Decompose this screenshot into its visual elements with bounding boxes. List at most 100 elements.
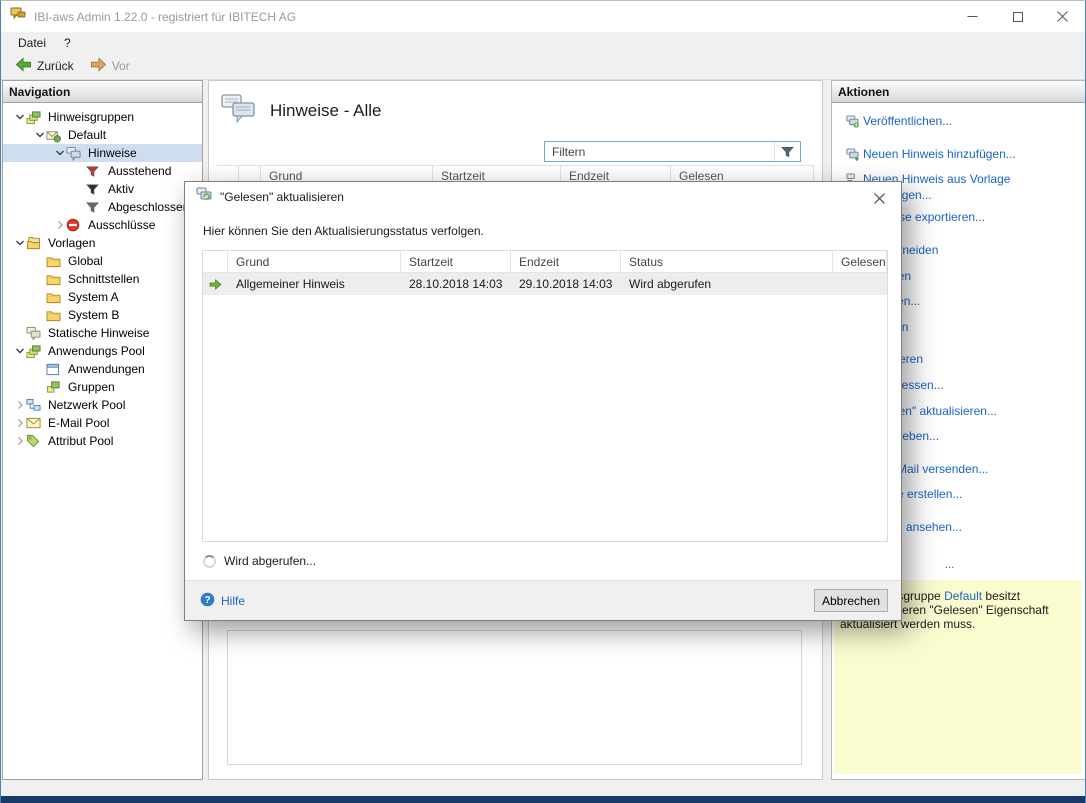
- main-header: Hinweise - Alle: [221, 94, 382, 128]
- chevron-down-icon[interactable]: [33, 129, 46, 141]
- exclusions-icon: [66, 218, 83, 232]
- status-table-header: GrundStartzeitEndzeitStatusGelesen: [203, 251, 887, 273]
- page-title: Hinweise - Alle: [270, 101, 382, 121]
- tree-item-ausschl-sse[interactable]: Ausschlüsse: [3, 216, 202, 234]
- static-notices-icon: [26, 326, 43, 340]
- tree-item-label: Abgeschlossen: [105, 200, 192, 214]
- tree-item-label: Anwendungen: [65, 362, 148, 376]
- forward-button[interactable]: Vor: [83, 55, 137, 77]
- tree-item-system-a[interactable]: System A: [3, 288, 202, 306]
- dialog-column-header-icon[interactable]: [203, 251, 228, 272]
- dialog-column-header-grund[interactable]: Grund: [228, 251, 401, 272]
- dialog-footer: ? Hilfe Abbrechen: [185, 580, 901, 620]
- notice-groups-icon: [26, 110, 43, 125]
- folder-icon: [46, 309, 63, 322]
- navigation-panel: Navigation Hinweisgruppen Default Hinweise…: [2, 80, 203, 780]
- filter-funnel-icon[interactable]: [774, 142, 800, 161]
- tree-item-vorlagen[interactable]: Vorlagen: [3, 234, 202, 252]
- tree-item-label: System B: [65, 308, 122, 322]
- back-arrow-icon: [15, 57, 32, 75]
- tree-item-netzwerk-pool[interactable]: Netzwerk Pool: [3, 396, 202, 414]
- dialog-column-header-status[interactable]: Status: [621, 251, 833, 272]
- tree-item-anwendungs-pool[interactable]: Anwendungs Pool: [3, 342, 202, 360]
- tree-item-system-b[interactable]: System B: [3, 306, 202, 324]
- loading-spinner-icon: [203, 555, 216, 568]
- chevron-right-icon[interactable]: [13, 399, 26, 411]
- toolbar: Zurück Vor: [1, 53, 1085, 80]
- chevron-right-icon[interactable]: [13, 435, 26, 447]
- chevron-down-icon[interactable]: [53, 147, 66, 159]
- green-arrow-icon: [203, 279, 228, 290]
- filter-input[interactable]: [545, 143, 774, 160]
- cell-startzeit: 28.10.2018 14:03: [401, 277, 511, 291]
- tree-item-label: Hinweisgruppen: [45, 110, 137, 124]
- tree-item-e-mail-pool[interactable]: E-Mail Pool: [3, 414, 202, 432]
- navigation-tree: Hinweisgruppen Default HinweiseAusstehend A…: [3, 103, 202, 450]
- chevron-right-icon[interactable]: [13, 417, 26, 429]
- action-label: Neuen Hinweis hinzufügen...: [863, 147, 1016, 163]
- minimize-button[interactable]: [950, 1, 995, 32]
- cancel-button[interactable]: Abbrechen: [814, 589, 888, 612]
- back-button[interactable]: Zurück: [8, 55, 81, 77]
- pool-icon: [26, 344, 43, 359]
- tree-item-hinweisgruppen[interactable]: Hinweisgruppen: [3, 108, 202, 126]
- chevron-down-icon[interactable]: [13, 345, 26, 357]
- tree-item-attribut-pool[interactable]: Attribut Pool: [3, 432, 202, 450]
- menu-help[interactable]: ?: [55, 34, 80, 52]
- tree-item-label: Gruppen: [65, 380, 118, 394]
- applications-icon: [46, 363, 63, 376]
- info-default-link[interactable]: Default: [944, 589, 982, 603]
- dialog-title: "Gelesen" aktualisieren: [220, 190, 344, 204]
- tree-item-gruppen[interactable]: Gruppen: [3, 378, 202, 396]
- notices-header-icon: [221, 94, 255, 128]
- dialog-column-header-gelesen[interactable]: Gelesen: [833, 251, 887, 272]
- tree-item-label: Vorlagen: [45, 236, 98, 250]
- tree-item-ausstehend[interactable]: Ausstehend: [3, 162, 202, 180]
- window-border-bottom: [1, 796, 1085, 803]
- tree-item-label: E-Mail Pool: [45, 416, 112, 430]
- help-link-label: Hilfe: [221, 594, 245, 608]
- tree-item-abgeschlossen[interactable]: Abgeschlossen: [3, 198, 202, 216]
- tree-item-label: Attribut Pool: [45, 434, 116, 448]
- svg-text:?: ?: [204, 595, 210, 606]
- maximize-button[interactable]: [995, 1, 1040, 32]
- close-button[interactable]: [1040, 1, 1085, 32]
- network-pool-icon: [26, 398, 43, 412]
- filter-box: [544, 141, 801, 162]
- chevron-down-icon[interactable]: [13, 237, 26, 249]
- status-table-row[interactable]: Allgemeiner Hinweis28.10.2018 14:0329.10…: [203, 273, 887, 295]
- cell-grund: Allgemeiner Hinweis: [228, 277, 401, 291]
- action-ver-ffentlichen[interactable]: Veröffentlichen...: [846, 114, 1077, 133]
- dialog-column-header-endzeit[interactable]: Endzeit: [511, 251, 621, 272]
- dialog-refresh-icon: [196, 187, 212, 207]
- chevron-down-icon[interactable]: [13, 111, 26, 123]
- notice-group-icon: [46, 128, 63, 143]
- action-neuen-hinweis-hinzuf-gen[interactable]: Neuen Hinweis hinzufügen...: [846, 147, 1077, 166]
- gelesen-aktualisieren-dialog: "Gelesen" aktualisieren Hier können Sie …: [184, 181, 902, 621]
- dialog-column-header-startzeit[interactable]: Startzeit: [401, 251, 511, 272]
- dialog-close-button[interactable]: [866, 187, 892, 209]
- tree-item-global[interactable]: Global: [3, 252, 202, 270]
- tree-item-statische-hinweise[interactable]: Statische Hinweise: [3, 324, 202, 342]
- back-button-label: Zurück: [37, 59, 74, 73]
- tree-item-hinweise[interactable]: Hinweise: [3, 144, 202, 162]
- titlebar: IBI-aws Admin 1.22.0 - registriert für I…: [1, 1, 1085, 32]
- tree-item-label: Aktiv: [105, 182, 137, 196]
- actions-header: Aktionen: [832, 81, 1085, 103]
- tree-item-anwendungen[interactable]: Anwendungen: [3, 360, 202, 378]
- menu-datei[interactable]: Datei: [9, 34, 55, 52]
- folder-icon: [46, 273, 63, 286]
- groups-icon: [46, 380, 63, 394]
- chevron-right-icon[interactable]: [53, 219, 66, 231]
- tree-item-default[interactable]: Default: [3, 126, 202, 144]
- tree-item-label: Netzwerk Pool: [45, 398, 128, 412]
- tree-item-schnittstellen[interactable]: Schnittstellen: [3, 270, 202, 288]
- tree-item-aktiv[interactable]: Aktiv: [3, 180, 202, 198]
- tree-item-label: Default: [65, 128, 109, 142]
- help-link[interactable]: ? Hilfe: [200, 592, 245, 610]
- navigation-header: Navigation: [3, 81, 202, 103]
- email-pool-icon: [26, 417, 43, 429]
- window-controls: [950, 1, 1085, 32]
- tree-item-label: Ausschlüsse: [85, 218, 158, 232]
- filter-done-icon: [86, 201, 103, 214]
